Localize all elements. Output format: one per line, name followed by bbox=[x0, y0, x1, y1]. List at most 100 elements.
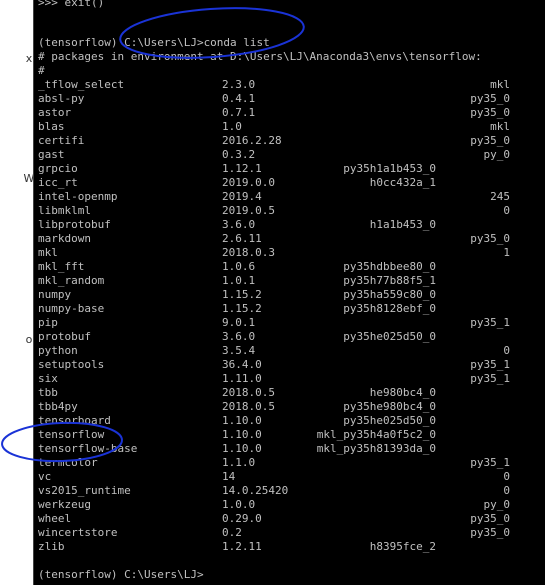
package-build: py35h8128ebf_0 bbox=[343, 302, 436, 315]
package-build: he980bc4_0 bbox=[369, 386, 436, 399]
package-row: numpy 1.15.2 py35ha559c80_0 bbox=[38, 288, 528, 302]
package-channel: py35_1 bbox=[470, 372, 510, 385]
package-version: 0.4.1 bbox=[222, 92, 256, 105]
package-row: gast 0.3.2 py_0 bbox=[38, 148, 528, 162]
package-build: py35he025d50_0 bbox=[343, 414, 436, 427]
package-name: markdown bbox=[38, 232, 91, 245]
package-version: 2.3.0 bbox=[222, 78, 256, 91]
package-row: certifi 2016.2.28 py35_0 bbox=[38, 134, 528, 148]
package-row: pip 9.0.1 py35_1 bbox=[38, 316, 528, 330]
package-name: astor bbox=[38, 106, 72, 119]
package-name: mkl bbox=[38, 246, 58, 259]
package-channel: 0 bbox=[503, 344, 510, 357]
package-row: icc_rt 2019.0.0 h0cc432a_1 bbox=[38, 176, 528, 190]
package-name: setuptools bbox=[38, 358, 105, 371]
package-name: libmklml bbox=[38, 204, 91, 217]
package-channel: py_0 bbox=[483, 148, 511, 161]
package-row: wheel 0.29.0 py35_0 bbox=[38, 512, 528, 526]
package-row: tensorboard 1.10.0 py35he025d50_0 bbox=[38, 414, 528, 428]
package-name: wheel bbox=[38, 512, 72, 525]
package-row: mkl_random 1.0.1 py35h77b88f5_1 bbox=[38, 274, 528, 288]
package-channel: mkl bbox=[490, 120, 510, 133]
package-name: six bbox=[38, 372, 58, 385]
package-name: pip bbox=[38, 316, 58, 329]
package-name: wincertstore bbox=[38, 526, 118, 539]
console-window[interactable]: >>> exit() (tensorflow) C:\Users\LJ>cond… bbox=[33, 0, 545, 585]
package-version: 14.0.25420 bbox=[222, 484, 289, 497]
package-row: grpcio 1.12.1 py35h1a1b453_0 bbox=[38, 162, 528, 176]
package-version: 0.7.1 bbox=[222, 106, 256, 119]
package-version: 2019.0.0 bbox=[222, 176, 275, 189]
package-row: absl-py 0.4.1 py35_0 bbox=[38, 92, 528, 106]
package-list: _tflow_select 2.3.0 mkl absl-py 0.4.1 py35_0 a… bbox=[38, 78, 528, 554]
package-channel: 0 bbox=[503, 470, 510, 483]
package-version: 0.29.0 bbox=[222, 512, 262, 525]
package-row: libprotobuf 3.6.0 h1a1b453_0 bbox=[38, 218, 528, 232]
package-version: 2019.0.5 bbox=[222, 204, 275, 217]
final-prompt[interactable]: (tensorflow) C:\Users\LJ> bbox=[38, 568, 204, 582]
package-version: 2018.0.5 bbox=[222, 386, 275, 399]
package-channel: 245 bbox=[490, 190, 510, 203]
package-name: numpy-base bbox=[38, 302, 105, 315]
scrollbar[interactable] bbox=[538, 0, 545, 585]
package-channel: py_0 bbox=[483, 498, 511, 511]
package-version: 1.11.0 bbox=[222, 372, 262, 385]
package-name: vs2015_runtime bbox=[38, 484, 131, 497]
package-channel: mkl bbox=[490, 78, 510, 91]
package-build: py35hdbbee80_0 bbox=[343, 260, 436, 273]
package-row: astor 0.7.1 py35_0 bbox=[38, 106, 528, 120]
package-version: 3.6.0 bbox=[222, 330, 256, 343]
package-channel: py35_0 bbox=[470, 512, 510, 525]
package-name: mkl_fft bbox=[38, 260, 85, 273]
package-build: h8395fce_2 bbox=[369, 540, 436, 553]
package-channel: py35_0 bbox=[470, 106, 510, 119]
package-version: 1.10.0 bbox=[222, 428, 262, 441]
package-build: py35ha559c80_0 bbox=[343, 288, 436, 301]
package-build: h0cc432a_1 bbox=[369, 176, 436, 189]
packages-header-hash: # bbox=[38, 64, 45, 77]
package-version: 1.12.1 bbox=[222, 162, 262, 175]
package-row: six 1.11.0 py35_1 bbox=[38, 372, 528, 386]
package-row: blas 1.0 mkl bbox=[38, 120, 528, 134]
package-row: vc 14 0 bbox=[38, 470, 528, 484]
package-row: tensorflow-base 1.10.0 mkl_py35h81393da_0 bbox=[38, 442, 528, 456]
package-name: werkzeug bbox=[38, 498, 91, 511]
package-row: vs2015_runtime 14.0.25420 0 bbox=[38, 484, 528, 498]
package-row: mkl_fft 1.0.6 py35hdbbee80_0 bbox=[38, 260, 528, 274]
package-name: tensorboard bbox=[38, 414, 111, 427]
package-version: 2018.0.3 bbox=[222, 246, 275, 259]
package-version: 2016.2.28 bbox=[222, 134, 282, 147]
package-row: termcolor 1.1.0 py35_1 bbox=[38, 456, 528, 470]
packages-header: # packages in environment at D:\Users\LJ… bbox=[38, 50, 482, 63]
console-partial-line: >>> exit() bbox=[38, 0, 105, 9]
package-name: tensorflow-base bbox=[38, 442, 138, 455]
package-version: 36.4.0 bbox=[222, 358, 262, 371]
package-name: tensorflow bbox=[38, 428, 105, 441]
package-version: 0.2 bbox=[222, 526, 242, 539]
package-build: py35he025d50_0 bbox=[343, 330, 436, 343]
package-version: 1.0.0 bbox=[222, 498, 256, 511]
package-name: blas bbox=[38, 120, 65, 133]
command-line: (tensorflow) C:\Users\LJ>conda list bbox=[38, 36, 270, 49]
package-name: protobuf bbox=[38, 330, 91, 343]
package-version: 1.0.6 bbox=[222, 260, 256, 273]
package-build: py35h77b88f5_1 bbox=[343, 274, 436, 287]
package-name: zlib bbox=[38, 540, 65, 553]
package-name: intel-openmp bbox=[38, 190, 118, 203]
package-name: tbb4py bbox=[38, 400, 78, 413]
package-row: _tflow_select 2.3.0 mkl bbox=[38, 78, 528, 92]
package-name: tbb bbox=[38, 386, 58, 399]
package-row: intel-openmp 2019.4 245 bbox=[38, 190, 528, 204]
package-row: numpy-base 1.15.2 py35h8128ebf_0 bbox=[38, 302, 528, 316]
package-name: certifi bbox=[38, 134, 85, 147]
package-version: 2018.0.5 bbox=[222, 400, 275, 413]
package-name: icc_rt bbox=[38, 176, 78, 189]
package-version: 3.6.0 bbox=[222, 218, 256, 231]
package-row: tbb4py 2018.0.5 py35he980bc4_0 bbox=[38, 400, 528, 414]
package-row: setuptools 36.4.0 py35_1 bbox=[38, 358, 528, 372]
package-version: 2019.4 bbox=[222, 190, 262, 203]
package-version: 14 bbox=[222, 470, 236, 483]
package-version: 1.0.1 bbox=[222, 274, 256, 287]
package-channel: py35_1 bbox=[470, 358, 510, 371]
package-row: libmklml 2019.0.5 0 bbox=[38, 204, 528, 218]
